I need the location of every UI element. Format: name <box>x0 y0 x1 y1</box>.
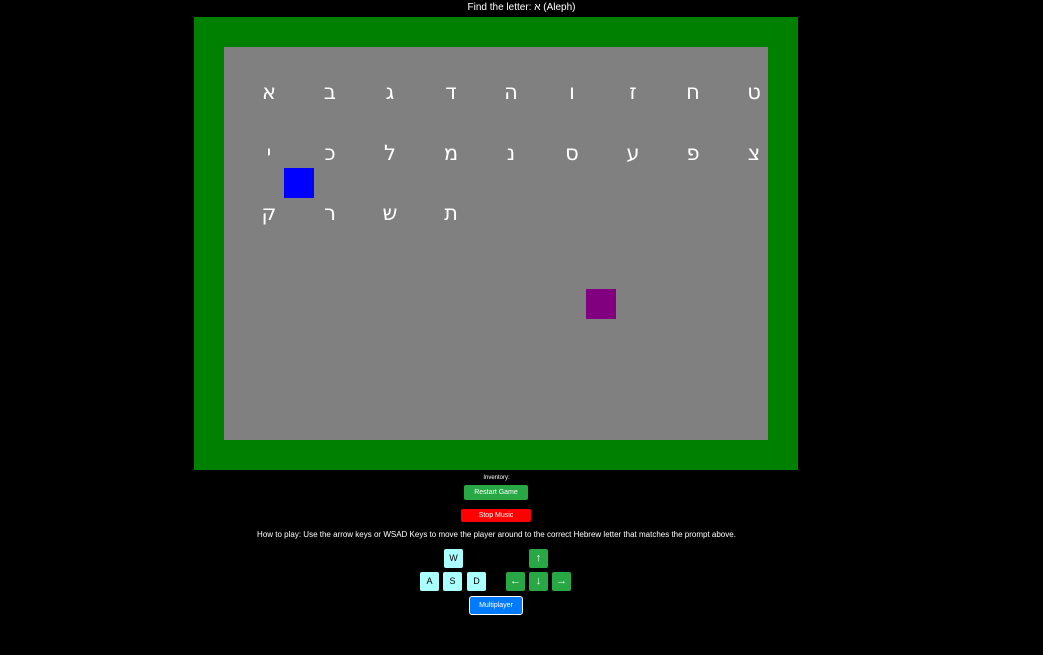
letter-prompt: Find the letter: א (Aleph) <box>467 2 576 13</box>
player-square <box>284 168 314 198</box>
hebrew-letter: ח <box>686 80 700 104</box>
hebrew-letter: נ <box>506 141 516 165</box>
arrow-left-button[interactable]: ← <box>506 572 525 591</box>
hebrew-letter: ז <box>629 80 637 104</box>
game-arena: א ב ג ד ה ו ז ח ט י כ ל מ נ ס ע פ צ ק ר ש ת <box>224 47 768 440</box>
hebrew-letter: כ <box>324 141 336 165</box>
stop-music-button[interactable]: Stop Music <box>461 509 531 522</box>
hebrew-letter: ס <box>565 141 579 165</box>
hebrew-letter: ת <box>444 201 458 225</box>
how-to-play-text: How to play: Use the arrow keys or WSAD … <box>257 530 736 539</box>
hebrew-letter: ו <box>569 80 575 104</box>
hebrew-letter: ד <box>445 80 457 104</box>
hebrew-letter: ה <box>504 80 518 104</box>
hebrew-letter: ג <box>385 80 395 104</box>
hebrew-letter: פ <box>686 141 700 165</box>
hebrew-letter: צ <box>747 141 761 165</box>
key-a-button[interactable]: A <box>420 572 439 591</box>
opponent-square <box>586 289 616 319</box>
hebrew-letter: ע <box>626 141 640 165</box>
restart-game-button[interactable]: Restart Game <box>464 485 528 500</box>
hebrew-letter: ש <box>382 201 398 225</box>
hebrew-letter: ט <box>747 80 761 104</box>
multiplayer-button[interactable]: Multiplayer <box>469 596 523 615</box>
inventory-label: Inventory: <box>483 475 510 481</box>
hebrew-letter: ק <box>261 201 277 225</box>
hebrew-letter: י <box>266 141 272 165</box>
hebrew-letter: ל <box>384 141 396 165</box>
arrow-right-button[interactable]: → <box>552 572 571 591</box>
key-d-button[interactable]: D <box>467 572 486 591</box>
key-s-button[interactable]: S <box>443 572 462 591</box>
arrow-down-button[interactable]: ↓ <box>529 572 548 591</box>
hebrew-letter: ב <box>323 80 337 104</box>
game-board: א ב ג ד ה ו ז ח ט י כ ל מ נ ס ע פ צ ק ר ש ת <box>194 17 798 470</box>
hebrew-letter: ר <box>324 201 336 225</box>
key-w-button[interactable]: W <box>444 549 463 568</box>
hebrew-letter: מ <box>443 141 459 165</box>
arrow-up-button[interactable]: ↑ <box>529 549 548 568</box>
hebrew-letter: א <box>261 80 277 104</box>
